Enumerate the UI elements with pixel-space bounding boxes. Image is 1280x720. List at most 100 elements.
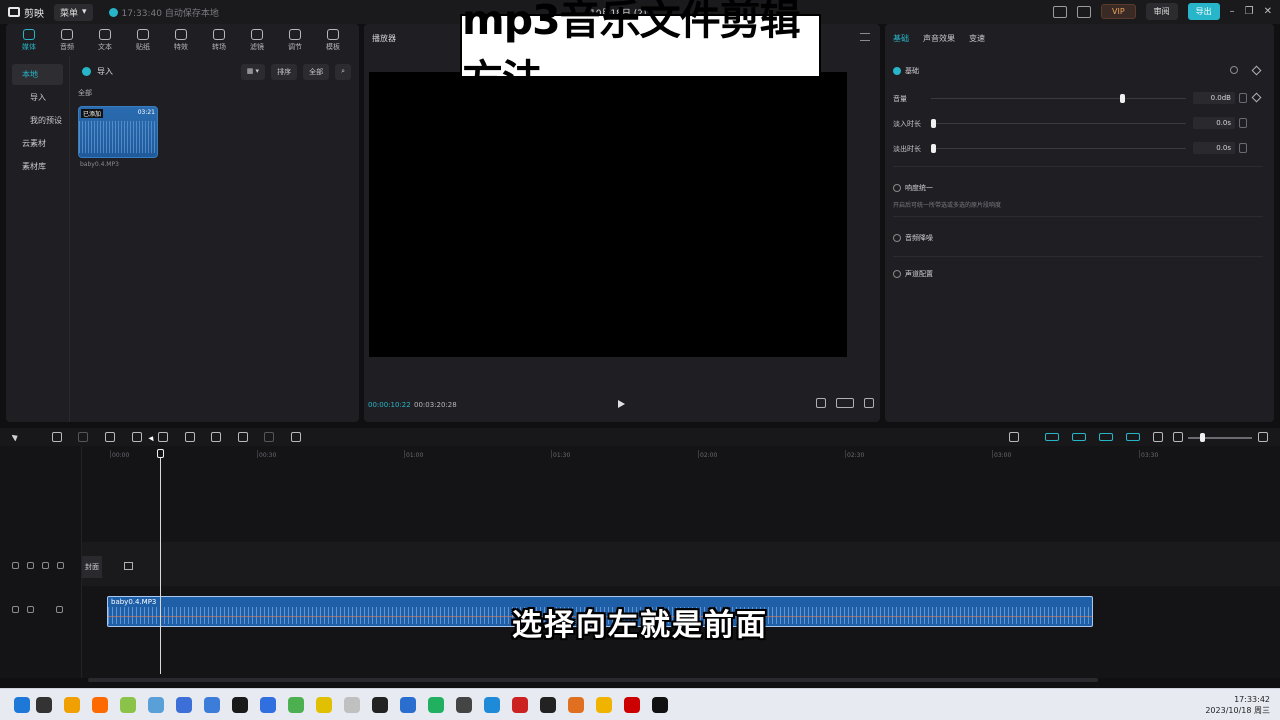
volume-stepper[interactable] (1239, 93, 1247, 103)
crop-image-icon[interactable] (291, 432, 301, 442)
maximize-icon[interactable]: ❐ (1245, 6, 1254, 17)
minimize-icon[interactable]: – (1230, 6, 1235, 17)
layout-icon[interactable] (1076, 5, 1091, 18)
zoom-slider-knob[interactable] (1200, 433, 1205, 442)
terminal-icon[interactable] (204, 697, 220, 713)
sidebar-item-import[interactable]: 导入 (12, 87, 63, 108)
lock-icon[interactable] (27, 606, 34, 613)
tab-speed[interactable]: 变速 (969, 33, 985, 44)
select-cursor-icon[interactable] (11, 432, 20, 442)
record-icon[interactable] (428, 697, 444, 713)
photoshop-icon[interactable] (512, 697, 528, 713)
checkbox-icon[interactable] (893, 270, 901, 278)
shortcut-icon[interactable] (1052, 5, 1067, 18)
redo-icon[interactable] (78, 432, 88, 442)
speaker-icon[interactable] (56, 606, 63, 613)
play-icon[interactable] (618, 400, 625, 408)
lock-icon[interactable] (27, 562, 34, 569)
checkbox-icon[interactable] (893, 234, 901, 242)
speaker-icon[interactable] (57, 562, 64, 569)
recorder-icon[interactable] (624, 697, 640, 713)
loudness-toggle[interactable]: 响度统一 (893, 183, 933, 193)
notes-icon[interactable] (92, 697, 108, 713)
terminal-app-icon[interactable] (372, 697, 388, 713)
zoom-slider[interactable] (1188, 437, 1252, 439)
search-icon[interactable]: ⌕ (335, 64, 351, 80)
preview-viewport[interactable] (369, 72, 847, 357)
keyframe-icon[interactable] (1251, 92, 1262, 103)
capcut-app-icon[interactable] (652, 697, 668, 713)
freeze-icon[interactable] (211, 432, 221, 442)
playhead-handle[interactable] (157, 449, 164, 458)
keyframe-icon[interactable] (1251, 65, 1262, 76)
tab-effects[interactable]: 特效 (162, 29, 200, 52)
app-icon[interactable] (120, 697, 136, 713)
fullscreen-icon[interactable] (864, 398, 874, 408)
zoom-out-icon[interactable] (1173, 432, 1183, 442)
calculator-icon[interactable] (176, 697, 192, 713)
tab-sticker[interactable]: 贴纸 (124, 29, 162, 52)
marker-remove-icon[interactable] (264, 432, 274, 442)
eye-icon[interactable] (42, 562, 49, 569)
tab-audio[interactable]: 音频 (48, 29, 86, 52)
trim-right-icon[interactable] (158, 432, 168, 442)
review-button[interactable]: 审阅 (1145, 3, 1178, 20)
microphone-icon[interactable] (1009, 432, 1019, 442)
delete-icon[interactable] (185, 432, 195, 442)
view-toggle-button[interactable]: ▦ ▾ (240, 64, 266, 80)
marker-flag-icon[interactable] (238, 432, 248, 442)
tab-filter[interactable]: 滤镜 (238, 29, 276, 52)
undo-icon[interactable] (52, 432, 62, 442)
browser-icon[interactable] (232, 697, 248, 713)
task-app-icon[interactable] (400, 697, 416, 713)
zoom-fit-icon[interactable] (1153, 432, 1163, 442)
tab-basic[interactable]: 基础 (893, 33, 909, 44)
sidebar-item-presets[interactable]: 我的预设 (12, 110, 63, 131)
tab-transition[interactable]: 转场 (200, 29, 238, 52)
auto-snap-icon[interactable] (1072, 433, 1086, 441)
linkage-icon[interactable] (1099, 433, 1113, 441)
sidebar-item-local[interactable]: 本地 (12, 64, 63, 85)
fade-out-stepper[interactable] (1239, 143, 1247, 153)
qq-icon[interactable] (36, 697, 52, 713)
volume-value-field[interactable]: 0.0dB (1193, 92, 1235, 104)
pin-icon[interactable] (344, 697, 360, 713)
tab-template[interactable]: 模板 (314, 29, 352, 52)
main-video-track[interactable] (82, 542, 1280, 586)
split-icon[interactable] (105, 432, 115, 442)
volume-slider[interactable] (931, 98, 1186, 99)
media-clip-thumbnail[interactable]: 已添加 03:21 (78, 106, 158, 158)
export-button[interactable]: 导出 (1187, 3, 1220, 20)
chrome-icon[interactable] (568, 697, 584, 713)
cover-button[interactable]: 封面 (82, 556, 102, 578)
timeline-scrollbar[interactable] (88, 678, 1098, 682)
filter-button[interactable]: 全部 (303, 64, 330, 80)
search-app-icon[interactable] (260, 697, 276, 713)
tab-media[interactable]: 媒体 (10, 29, 48, 52)
preview-axis-icon[interactable] (1126, 433, 1140, 441)
menu-icon[interactable] (860, 33, 870, 41)
system-clock[interactable]: 17:33:42 2023/10/18 周三 (1205, 694, 1270, 716)
fade-in-value-field[interactable]: 0.0s (1193, 117, 1235, 129)
sidebar-item-cloud[interactable]: 云素材 (12, 133, 63, 154)
sidebar-item-library[interactable]: 素材库 (12, 156, 63, 177)
fade-out-slider-knob[interactable] (931, 144, 936, 153)
files-icon[interactable] (596, 697, 612, 713)
main-track-magnet-icon[interactable] (1045, 433, 1059, 441)
crop-icon[interactable] (816, 398, 826, 408)
channel-toggle[interactable]: 声道配置 (893, 269, 933, 279)
folder-icon[interactable] (316, 697, 332, 713)
tab-sound-effects[interactable]: 声音效果 (923, 33, 955, 44)
close-icon[interactable]: ✕ (1264, 6, 1272, 17)
mail-icon[interactable] (288, 697, 304, 713)
baidu-icon[interactable] (148, 697, 164, 713)
checkbox-icon[interactable] (893, 67, 901, 75)
windows-start-icon[interactable] (14, 697, 30, 713)
tab-adjust[interactable]: 调节 (276, 29, 314, 52)
vip-button[interactable]: VIP (1100, 4, 1136, 19)
playhead[interactable] (160, 452, 161, 674)
sort-button[interactable]: 排序 (271, 64, 298, 80)
import-button[interactable]: 导入 (82, 66, 113, 77)
ratio-button[interactable] (836, 398, 854, 408)
firefox-icon[interactable] (64, 697, 80, 713)
